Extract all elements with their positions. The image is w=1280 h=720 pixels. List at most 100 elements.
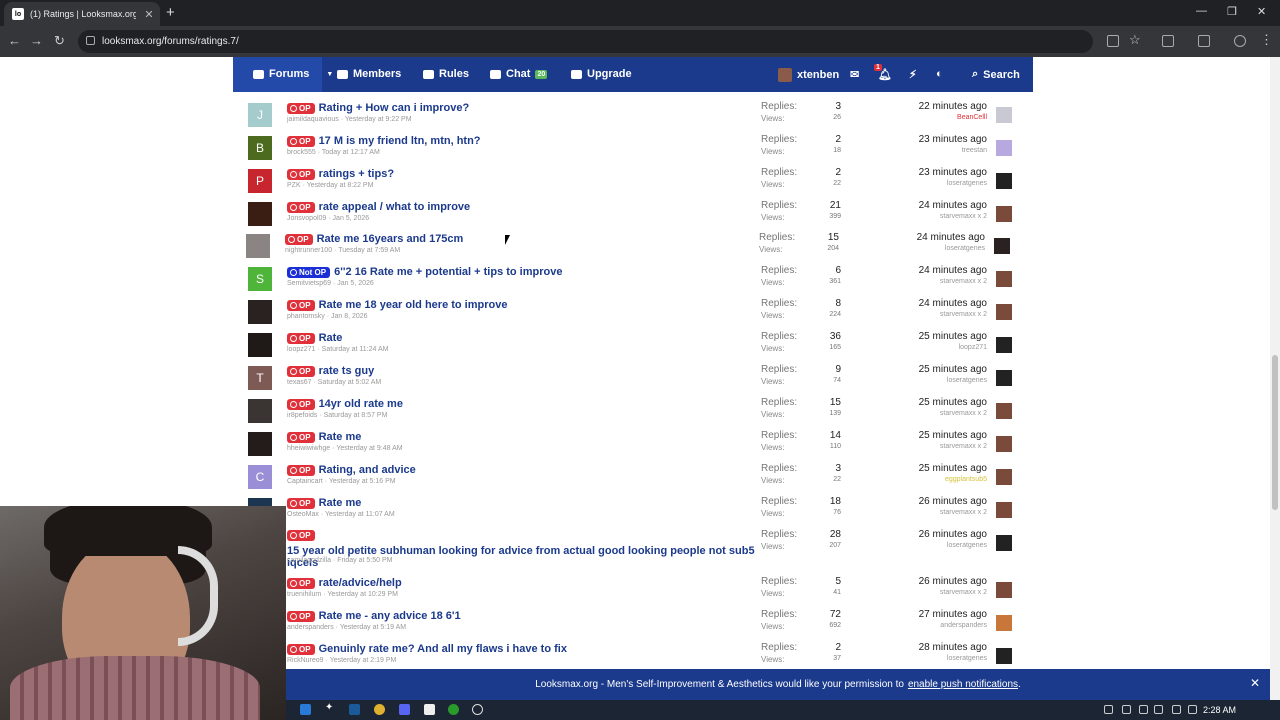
last-poster[interactable]: loseratgenes bbox=[947, 655, 987, 662]
thread-date[interactable]: Saturday at 5:02 AM bbox=[318, 379, 381, 386]
last-poster-avatar[interactable] bbox=[996, 370, 1012, 386]
last-post-time[interactable]: 25 minutes ago bbox=[919, 430, 987, 441]
op-prefix-badge[interactable]: OP bbox=[287, 135, 315, 147]
nav-rules[interactable]: Rules bbox=[423, 68, 469, 80]
op-prefix-badge[interactable]: Not OP bbox=[287, 266, 331, 278]
install-app-icon[interactable] bbox=[1107, 35, 1119, 47]
last-post-time[interactable]: 24 minutes ago bbox=[919, 265, 987, 276]
address-bar[interactable]: looksmax.org/forums/ratings.7/ bbox=[78, 30, 1093, 53]
thread-row[interactable]: OP rate appeal / what to improve Jonsvopol… bbox=[245, 200, 1020, 233]
last-poster-avatar[interactable] bbox=[996, 403, 1012, 419]
last-poster[interactable]: starvemaxx x 2 bbox=[940, 443, 987, 450]
last-poster[interactable]: starvemaxx x 2 bbox=[940, 509, 987, 516]
steam-icon[interactable] bbox=[349, 704, 360, 715]
thread-row[interactable]: OP Rate me 18 year old here to improve pha… bbox=[245, 298, 1020, 331]
op-prefix-badge[interactable]: OP bbox=[287, 464, 315, 476]
profile-icon[interactable] bbox=[1234, 35, 1246, 47]
last-poster[interactable]: BeanCelll bbox=[957, 114, 987, 121]
thread-row[interactable]: P OP ratings + tips? PZK · Yesterday at 8:2… bbox=[245, 167, 1020, 200]
xbox-icon[interactable] bbox=[448, 704, 459, 715]
last-poster-avatar[interactable] bbox=[996, 337, 1012, 353]
bookmark-star-icon[interactable]: ☆ bbox=[1129, 32, 1141, 48]
author-avatar[interactable]: J bbox=[248, 103, 272, 127]
thread-author[interactable]: RickNureo9 bbox=[287, 657, 324, 664]
op-prefix-badge[interactable]: OP bbox=[287, 332, 315, 344]
thread-date[interactable]: Saturday at 11:24 AM bbox=[322, 346, 389, 353]
thread-title-link[interactable]: Rate me - any advice 18 6'1 bbox=[319, 610, 461, 622]
last-poster[interactable]: treestan bbox=[962, 147, 987, 154]
last-poster[interactable]: starvemaxx x 2 bbox=[940, 213, 987, 220]
forward-icon[interactable]: → bbox=[30, 33, 43, 48]
chrome-icon[interactable] bbox=[374, 704, 385, 715]
thread-author[interactable]: OsteoMax bbox=[287, 511, 319, 518]
thread-row[interactable]: T OP rate ts guy texas67 · Saturday at 5:02… bbox=[245, 364, 1020, 397]
thread-row[interactable]: OP Rate loopz271 · Saturday at 11:24 AM Rep… bbox=[245, 331, 1020, 364]
last-post-time[interactable]: 26 minutes ago bbox=[919, 496, 987, 507]
thread-date[interactable]: Yesterday at 5:16 PM bbox=[329, 478, 396, 485]
last-post-time[interactable]: 23 minutes ago bbox=[919, 134, 987, 145]
last-poster-avatar[interactable] bbox=[996, 107, 1012, 123]
thread-title-link[interactable]: rate ts guy bbox=[319, 365, 375, 377]
thread-date[interactable]: Yesterday at 10:29 PM bbox=[327, 591, 398, 598]
last-post-time[interactable]: 23 minutes ago bbox=[919, 167, 987, 178]
page-scrollbar[interactable] bbox=[1270, 57, 1280, 709]
last-post-time[interactable]: 25 minutes ago bbox=[919, 364, 987, 375]
thread-title-link[interactable]: Rating + How can i improve? bbox=[319, 102, 470, 114]
thread-author[interactable]: hheiwiwiwhge bbox=[287, 445, 330, 452]
browser-tab[interactable]: lo (1) Ratings | Looksmax.org - M... ✕ bbox=[4, 2, 160, 26]
close-tab-icon[interactable]: ✕ bbox=[142, 8, 156, 21]
author-avatar[interactable]: P bbox=[248, 169, 272, 193]
scrollbar-thumb[interactable] bbox=[1272, 355, 1278, 510]
thread-date[interactable]: Yesterday at 5:19 AM bbox=[340, 624, 406, 631]
op-prefix-badge[interactable]: OP bbox=[287, 398, 315, 410]
last-poster[interactable]: loseratgenes bbox=[945, 245, 985, 252]
op-prefix-badge[interactable]: OP bbox=[287, 201, 315, 213]
last-post-time[interactable]: 28 minutes ago bbox=[919, 642, 987, 653]
minimize-icon[interactable]: — bbox=[1196, 5, 1207, 17]
thread-author[interactable]: truenihilum bbox=[287, 591, 321, 598]
new-tab-icon[interactable]: + bbox=[166, 4, 175, 21]
op-prefix-badge[interactable]: OP bbox=[287, 168, 315, 180]
last-poster-avatar[interactable] bbox=[996, 535, 1012, 551]
site-info-icon[interactable] bbox=[86, 36, 95, 45]
tray-mic-icon[interactable] bbox=[1154, 705, 1163, 714]
close-icon[interactable]: ✕ bbox=[1250, 676, 1260, 690]
op-prefix-badge[interactable]: OP bbox=[287, 497, 315, 509]
pinned-star-icon[interactable]: ✦ bbox=[325, 702, 336, 713]
last-post-time[interactable]: 27 minutes ago bbox=[919, 609, 987, 620]
thread-title-link[interactable]: 17 M is my friend ltn, mtn, htn? bbox=[319, 135, 481, 147]
extensions-icon[interactable] bbox=[1162, 35, 1174, 47]
nav-search[interactable]: ⌕ Search bbox=[972, 68, 1020, 81]
thread-author[interactable]: Captaincart bbox=[287, 478, 323, 485]
thread-row[interactable]: OP 15 year old petite subhuman looking fo… bbox=[245, 529, 1020, 569]
last-post-time[interactable]: 26 minutes ago bbox=[919, 529, 987, 540]
reload-icon[interactable]: ↻ bbox=[54, 33, 65, 49]
author-avatar[interactable] bbox=[248, 333, 272, 357]
thread-title-link[interactable]: Rate me bbox=[319, 497, 362, 509]
last-poster-avatar[interactable] bbox=[996, 304, 1012, 320]
last-post-time[interactable]: 25 minutes ago bbox=[919, 397, 987, 408]
thread-date[interactable]: Friday at 5:50 PM bbox=[337, 557, 392, 564]
thread-title-link[interactable]: Rate me 16years and 175cm bbox=[317, 233, 464, 245]
last-poster-avatar[interactable] bbox=[996, 436, 1012, 452]
last-poster-avatar[interactable] bbox=[996, 502, 1012, 518]
thread-title-link[interactable]: Rate me bbox=[319, 431, 362, 443]
op-prefix-badge[interactable]: OP bbox=[287, 365, 315, 377]
last-post-time[interactable]: 25 minutes ago bbox=[919, 331, 987, 342]
thread-date[interactable]: Jan 5, 2026 bbox=[337, 280, 374, 287]
back-icon[interactable]: ← bbox=[8, 33, 21, 48]
thread-row[interactable]: OP Rate me 16years and 175cm nightrunner10… bbox=[243, 232, 1018, 265]
side-panel-icon[interactable] bbox=[1198, 35, 1210, 47]
nav-members[interactable]: Members bbox=[337, 68, 401, 80]
thread-title-link[interactable]: ratings + tips? bbox=[319, 168, 395, 180]
thread-title-link[interactable]: Rate bbox=[319, 332, 343, 344]
last-poster-avatar[interactable] bbox=[996, 615, 1012, 631]
thread-author[interactable]: Semitvietsp69 bbox=[287, 280, 331, 287]
tray-battery-icon[interactable] bbox=[1188, 705, 1197, 714]
op-prefix-badge[interactable]: OP bbox=[287, 530, 315, 541]
tray-wifi-icon[interactable] bbox=[1172, 705, 1181, 714]
op-prefix-badge[interactable]: OP bbox=[287, 643, 315, 655]
last-poster[interactable]: loseratgenes bbox=[947, 542, 987, 549]
nav-forums[interactable]: Forums ▼ bbox=[253, 68, 333, 80]
thread-author[interactable]: nightrunner100 bbox=[285, 247, 332, 254]
